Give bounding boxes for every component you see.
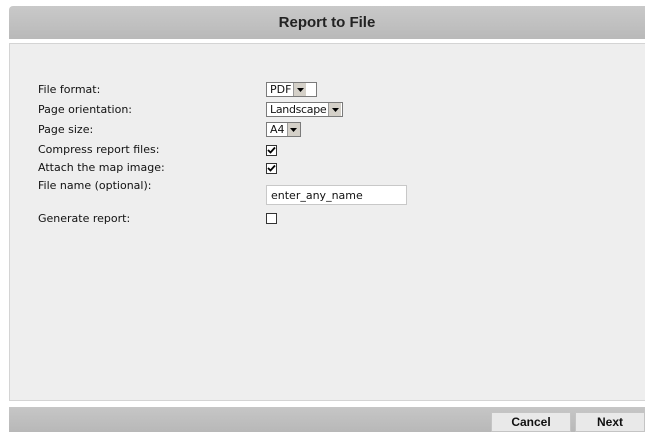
cancel-button[interactable]: Cancel — [491, 412, 571, 432]
compress-report-files-row: Compress report files: — [10, 140, 645, 160]
page-orientation-value: Landscape — [270, 103, 327, 116]
attach-map-image-label: Attach the map image: — [38, 161, 165, 174]
form-panel: File format: PDF Page orientation: Lands… — [9, 43, 645, 401]
chevron-down-icon[interactable] — [286, 123, 300, 136]
file-format-row: File format: PDF — [10, 80, 645, 100]
button-bar: Cancel Next — [9, 407, 645, 432]
file-format-select[interactable]: PDF — [266, 82, 317, 97]
generate-report-label: Generate report: — [38, 212, 131, 225]
page-orientation-select[interactable]: Landscape — [266, 102, 343, 117]
page-size-select[interactable]: A4 — [266, 122, 301, 137]
report-to-file-dialog: Report to File File format: PDF Page ori… — [0, 0, 645, 432]
file-name-input[interactable] — [266, 185, 407, 205]
dialog-title: Report to File — [278, 14, 376, 31]
page-size-row: Page size: A4 — [10, 120, 645, 140]
page-orientation-row: Page orientation: Landscape — [10, 100, 645, 120]
next-button[interactable]: Next — [575, 412, 645, 432]
checkmark-icon — [267, 146, 276, 154]
chevron-down-icon[interactable] — [293, 83, 307, 96]
generate-report-row: Generate report: — [10, 209, 645, 229]
title-bar: Report to File — [9, 6, 645, 39]
file-name-row: File name (optional): — [10, 175, 645, 205]
file-format-label: File format: — [38, 83, 101, 96]
compress-report-files-label: Compress report files: — [38, 143, 160, 156]
compress-report-files-checkbox[interactable] — [266, 145, 277, 156]
page-orientation-label: Page orientation: — [38, 103, 133, 116]
file-name-label: File name (optional): — [38, 179, 152, 192]
attach-map-image-checkbox[interactable] — [266, 163, 277, 174]
chevron-down-icon[interactable] — [328, 103, 342, 116]
checkmark-icon — [267, 164, 276, 172]
file-format-value: PDF — [270, 83, 292, 96]
generate-report-checkbox[interactable] — [266, 213, 277, 224]
page-size-label: Page size: — [38, 123, 94, 136]
page-size-value: A4 — [270, 123, 285, 136]
